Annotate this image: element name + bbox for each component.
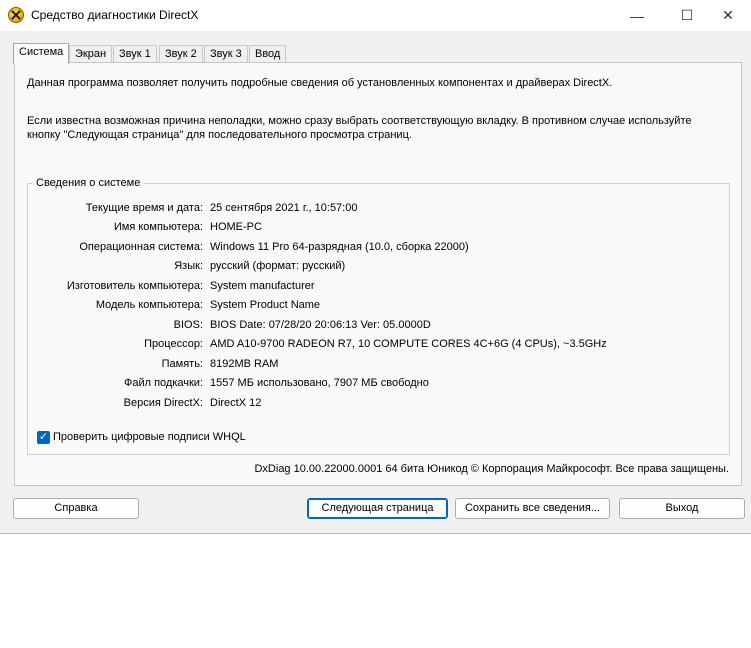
info-row-computer-name: Имя компьютера: HOME-PC (0, 221, 751, 235)
whql-checkbox-label[interactable]: Проверить цифровые подписи WHQL (53, 431, 246, 443)
info-label: Файл подкачки: (123, 377, 203, 389)
info-label: Модель компьютера: (95, 299, 203, 311)
maximize-button[interactable]: ☐ (664, 0, 710, 31)
info-row-model: Модель компьютера: System Product Name (0, 299, 751, 313)
tab-sound-1[interactable]: Звук 1 (113, 45, 157, 62)
info-value: DirectX 12 (210, 397, 262, 409)
next-page-button[interactable]: Следующая страница (307, 498, 448, 519)
title-bar: Средство диагностики DirectX — ☐ ✕ (0, 0, 751, 31)
info-value: 1557 МБ использовано, 7907 МБ свободно (210, 377, 429, 389)
info-label: Версия DirectX: (123, 397, 203, 409)
tab-display[interactable]: Экран (69, 45, 113, 62)
info-label: Изготовитель компьютера: (66, 280, 203, 292)
info-label: Процессор: (144, 338, 203, 350)
info-label: Имя компьютера: (113, 221, 203, 233)
intro-text: Данная программа позволяет получить подр… (27, 77, 613, 89)
intro-hint-text: Если известна возможная причина неполадк… (27, 115, 692, 141)
info-value: русский (формат: русский) (210, 260, 346, 272)
tab-input[interactable]: Ввод (249, 45, 287, 62)
info-row-datetime: Текущие время и дата: 25 сентября 2021 г… (0, 202, 751, 216)
info-label: Текущие время и дата: (85, 202, 203, 214)
tab-sound-2[interactable]: Звук 2 (159, 45, 203, 62)
tab-system[interactable]: Система (13, 43, 70, 64)
info-row-language: Язык: русский (формат: русский) (0, 260, 751, 274)
help-button[interactable]: Справка (13, 498, 139, 519)
info-value: System Product Name (210, 299, 321, 311)
info-row-memory: Память: 8192MB RAM (0, 358, 751, 372)
version-copyright: DxDiag 10.00.22000.0001 64 бита Юникод ©… (254, 463, 729, 475)
dxdiag-window: Средство диагностики DirectX — ☐ ✕ Систе… (0, 0, 751, 534)
info-value: AMD A10-9700 RADEON R7, 10 COMPUTE CORES… (210, 338, 607, 350)
whql-checkbox[interactable]: ✓ (37, 431, 50, 444)
info-label: Язык: (174, 260, 203, 272)
save-all-info-button[interactable]: Сохранить все сведения... (455, 498, 610, 519)
tab-sound-3[interactable]: Звук 3 (204, 45, 248, 62)
info-label: Память: (161, 358, 203, 370)
info-row-directx-version: Версия DirectX: DirectX 12 (0, 397, 751, 411)
info-label: Операционная система: (79, 241, 203, 253)
info-row-processor: Процессор: AMD A10-9700 RADEON R7, 10 CO… (0, 338, 751, 352)
system-info-group-title: Сведения о системе (32, 177, 145, 189)
minimize-button[interactable]: — (614, 0, 660, 31)
info-value: Windows 11 Pro 64-разрядная (10.0, сборк… (210, 241, 469, 253)
directx-app-icon (8, 7, 24, 23)
info-value: HOME-PC (210, 221, 262, 233)
exit-button[interactable]: Выход (619, 498, 745, 519)
info-row-manufacturer: Изготовитель компьютера: System manufact… (0, 280, 751, 294)
info-value: System manufacturer (210, 280, 315, 292)
info-row-bios: BIOS: BIOS Date: 07/28/20 20:06:13 Ver: … (0, 319, 751, 333)
info-value: 8192MB RAM (210, 358, 279, 370)
window-title: Средство диагностики DirectX (31, 8, 199, 22)
info-label: BIOS: (173, 319, 203, 331)
info-row-os: Операционная система: Windows 11 Pro 64-… (0, 241, 751, 255)
close-button[interactable]: ✕ (705, 0, 751, 31)
info-value: BIOS Date: 07/28/20 20:06:13 Ver: 05.000… (210, 319, 431, 331)
info-row-page-file: Файл подкачки: 1557 МБ использовано, 790… (0, 377, 751, 391)
info-value: 25 сентября 2021 г., 10:57:00 (210, 202, 358, 214)
